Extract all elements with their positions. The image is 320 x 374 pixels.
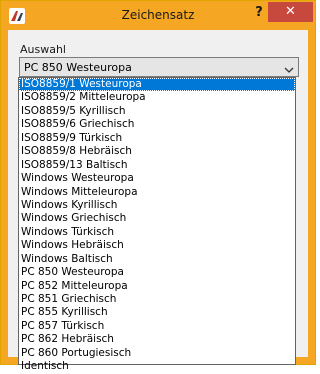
charset-combobox[interactable]: PC 850 Westeuropa: [19, 57, 299, 77]
group-label: Auswahl: [20, 43, 66, 56]
dropdown-option[interactable]: Windows Westeuropa: [19, 172, 295, 185]
dropdown-option[interactable]: Windows Mitteleuropa: [19, 186, 295, 199]
dropdown-option[interactable]: Windows Türkisch: [19, 226, 295, 239]
dropdown-option[interactable]: PC 850 Westeuropa: [19, 266, 295, 279]
dropdown-option[interactable]: Identisch: [19, 360, 295, 373]
dropdown-options: ISO8859/1 Westeuropa ISO8859/2 Mitteleuro…: [19, 78, 295, 374]
charset-dropdown-list[interactable]: ISO8859/1 Westeuropa ISO8859/2 Mitteleuro…: [18, 77, 296, 372]
dropdown-option[interactable]: ISO8859/9 Türkisch: [19, 132, 295, 145]
dropdown-option[interactable]: ISO8859/13 Baltisch: [19, 159, 295, 172]
dropdown-option[interactable]: PC 860 Portugiesisch: [19, 347, 295, 360]
dropdown-option[interactable]: ISO8859/1 Westeuropa: [19, 78, 295, 92]
dropdown-option[interactable]: Windows Kyrillisch: [19, 199, 295, 212]
dropdown-option[interactable]: PC 855 Kyrillisch: [19, 306, 295, 319]
dropdown-option[interactable]: ISO8859/5 Kyrillisch: [19, 105, 295, 118]
chevron-down-icon[interactable]: [284, 61, 294, 73]
dropdown-option[interactable]: Windows Baltisch: [19, 253, 295, 266]
dropdown-option[interactable]: PC 851 Griechisch: [19, 293, 295, 306]
title-bar[interactable]: Zeichensatz ? ✕: [1, 1, 315, 30]
close-button[interactable]: ✕: [268, 2, 313, 22]
help-button[interactable]: ?: [250, 3, 268, 23]
dropdown-option[interactable]: PC 852 Mitteleuropa: [19, 280, 295, 293]
dropdown-option[interactable]: ISO8859/2 Mitteleuropa: [19, 91, 295, 104]
dropdown-option[interactable]: PC 857 Türkisch: [19, 320, 295, 333]
dropdown-option[interactable]: Windows Griechisch: [19, 212, 295, 225]
combo-value: PC 850 Westeuropa: [24, 61, 132, 74]
dropdown-option[interactable]: PC 862 Hebräisch: [19, 333, 295, 346]
dropdown-option[interactable]: ISO8859/6 Griechisch: [19, 118, 295, 131]
dropdown-option[interactable]: Windows Hebräisch: [19, 239, 295, 252]
dropdown-option[interactable]: ISO8859/8 Hebräisch: [19, 145, 295, 158]
